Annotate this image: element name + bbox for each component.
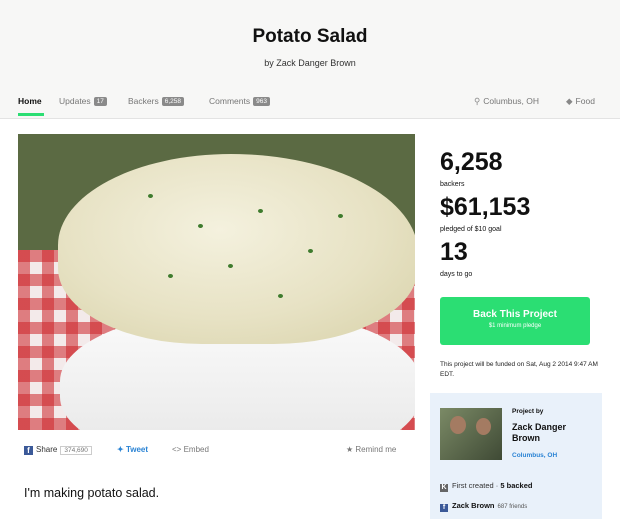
code-brackets-icon: <>	[172, 445, 184, 454]
project-description: I'm making potato salad.	[24, 486, 160, 500]
back-this-project-button[interactable]: Back This Project $1 minimum pledge	[440, 297, 590, 345]
back-button-sublabel: $1 minimum pledge	[488, 323, 542, 329]
embed-button[interactable]: <> Embed	[172, 445, 209, 454]
tab-home-label: Home	[18, 96, 42, 106]
project-by-label: Project by	[512, 408, 544, 415]
tab-updates[interactable]: Updates 17	[59, 96, 107, 106]
tab-home[interactable]: Home	[18, 96, 42, 106]
category-label: Food	[575, 96, 595, 106]
creator-history: K First created · 5 backed	[440, 481, 533, 492]
share-count: 374,690	[60, 446, 92, 455]
tab-backers[interactable]: Backers 6,258	[128, 96, 184, 106]
herb-fleck	[258, 209, 263, 213]
facebook-friends: 687 friends	[497, 504, 528, 510]
tweet-button[interactable]: ✦ Tweet	[117, 445, 148, 454]
tweet-label: Tweet	[125, 445, 149, 454]
tab-comments[interactable]: Comments 963	[209, 96, 270, 106]
active-tab-indicator	[18, 113, 44, 116]
creator-facebook: f Zack Brown 687 friends	[440, 501, 527, 512]
days-to-go-label: days to go	[440, 271, 473, 278]
creator-location[interactable]: Columbus, OH	[512, 452, 557, 459]
creator-byline[interactable]: by Zack Danger Brown	[0, 58, 620, 68]
share-label: Share	[36, 445, 58, 454]
backed-count[interactable]: 5 backed	[500, 481, 532, 490]
twitter-bird-icon: ✦	[117, 445, 126, 454]
location-pin-icon: ⚲	[474, 96, 481, 106]
remind-me-button[interactable]: ★ Remind me	[346, 445, 396, 454]
herb-fleck	[308, 249, 313, 253]
facebook-name[interactable]: Zack Brown	[452, 501, 495, 510]
creator-name[interactable]: Zack Danger Brown	[512, 422, 592, 444]
star-icon: ★	[346, 445, 356, 454]
tab-comments-label: Comments	[209, 96, 251, 106]
herb-fleck	[278, 294, 283, 298]
herb-fleck	[168, 274, 173, 278]
creator-card: Project by Zack Danger Brown Columbus, O…	[430, 393, 602, 519]
page-title: Potato Salad	[252, 26, 368, 47]
days-to-go-count: 13	[440, 238, 468, 266]
backers-count-badge: 6,258	[161, 97, 184, 106]
facebook-share-button[interactable]: f Share 374,690	[24, 445, 92, 455]
pledged-label: pledged of $10 goal	[440, 226, 502, 233]
tab-updates-label: Updates	[59, 96, 91, 106]
category-link[interactable]: ◆ Food	[566, 96, 595, 107]
first-created-label: First created	[452, 481, 494, 490]
tag-icon: ◆	[566, 96, 573, 106]
facebook-icon: f	[440, 504, 448, 512]
remind-label: Remind me	[355, 445, 397, 454]
backers-label: backers	[440, 181, 465, 188]
backers-count: 6,258	[440, 148, 503, 176]
salad-shape	[58, 154, 415, 344]
embed-label: Embed	[183, 445, 209, 454]
herb-fleck	[148, 194, 153, 198]
location-link[interactable]: ⚲ Columbus, OH	[474, 96, 539, 107]
funding-deadline-note: This project will be funded on Sat, Aug …	[440, 361, 598, 378]
herb-fleck	[198, 224, 203, 228]
location-label: Columbus, OH	[483, 96, 539, 106]
back-button-label: Back This Project	[473, 309, 557, 320]
pledged-amount: $61,153	[440, 193, 531, 221]
comments-count-badge: 963	[253, 97, 270, 106]
creator-avatar[interactable]	[440, 408, 502, 460]
project-header: Potato Salad by Zack Danger Brown Home U…	[0, 0, 620, 119]
facebook-share-icon: f	[24, 446, 33, 455]
updates-count-badge: 17	[93, 97, 107, 106]
project-image[interactable]	[18, 134, 415, 430]
kickstarter-icon: K	[440, 484, 448, 492]
herb-fleck	[338, 214, 343, 218]
herb-fleck	[228, 264, 233, 268]
tab-backers-label: Backers	[128, 96, 159, 106]
